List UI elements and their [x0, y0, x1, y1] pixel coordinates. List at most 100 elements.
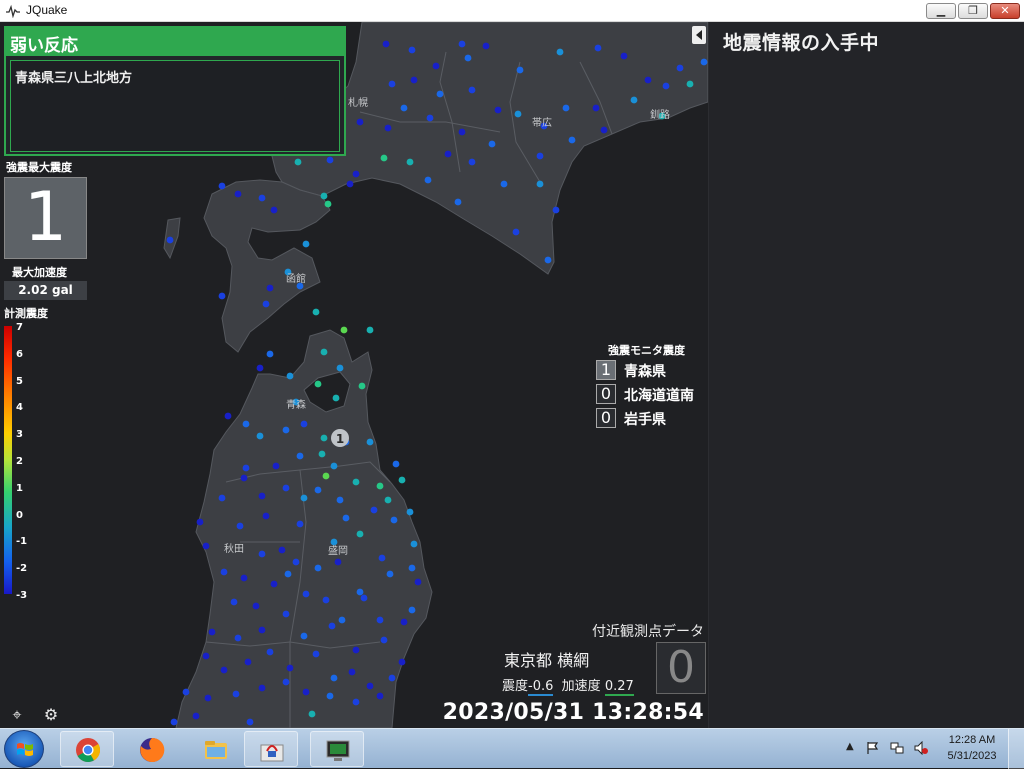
nearby-station-panel: 付近観測点データ 東京都 横網 0 震度-0.6 加速度 0.27 2023/0… [443, 618, 708, 728]
station-dot [408, 606, 416, 614]
collapse-panel-button[interactable] [692, 26, 706, 44]
max-accel-label: 最大加速度 [12, 266, 67, 279]
station-dot [366, 682, 374, 690]
station-dot [458, 128, 466, 136]
station-dot [286, 664, 294, 672]
station-dot [322, 596, 330, 604]
station-dot [220, 666, 228, 674]
station-dot [376, 692, 384, 700]
show-desktop-button[interactable] [1008, 729, 1024, 769]
station-dot [408, 46, 416, 54]
monitor-row-intensity: 0 [596, 408, 616, 428]
station-dot [330, 538, 338, 546]
network-icon[interactable] [890, 741, 904, 755]
station-dot [302, 590, 310, 598]
station-dot [378, 554, 386, 562]
station-dot [326, 156, 334, 164]
station-dot [562, 104, 570, 112]
window-title: JQuake [26, 3, 68, 17]
station-dot [600, 126, 608, 134]
station-dot [314, 380, 322, 388]
station-dot [594, 44, 602, 52]
station-dot [630, 96, 638, 104]
scale-tick: 7 [16, 322, 23, 333]
station-dot [230, 598, 238, 606]
station-dot [196, 518, 204, 526]
scale-tick: 1 [16, 482, 23, 494]
nearby-title: 付近観測点データ [592, 624, 704, 640]
gear-icon[interactable]: ⚙ [40, 704, 62, 726]
station-dot [346, 180, 354, 188]
station-dot [262, 300, 270, 308]
station-dot [204, 694, 212, 702]
station-dot [336, 496, 344, 504]
station-dot [370, 506, 378, 514]
station-dot [482, 42, 490, 50]
taskbar-explorer[interactable] [188, 731, 242, 767]
station-dot [436, 90, 444, 98]
taskbar-java[interactable] [244, 731, 298, 767]
nearby-accel-label: 加速度 [561, 679, 601, 694]
chevron-up-icon[interactable]: ▲ [846, 741, 860, 755]
minimize-button[interactable]: ▁ [926, 3, 956, 19]
station-dot [182, 688, 190, 696]
station-dot [352, 170, 360, 178]
maximize-button[interactable]: ❐ [958, 3, 988, 19]
station-dot [516, 66, 524, 74]
station-dot [356, 588, 364, 596]
scale-tick: 2 [16, 456, 23, 467]
station-dot [240, 474, 248, 482]
station-dot [384, 496, 392, 504]
flag-icon[interactable] [866, 741, 880, 755]
station-dot [282, 610, 290, 618]
epicenter-marker[interactable]: 1 [331, 429, 349, 447]
station-dot [406, 158, 414, 166]
station-dot [282, 484, 290, 492]
station-dot [320, 434, 328, 442]
station-dot [644, 76, 652, 84]
station-dot [258, 492, 266, 500]
station-dot [388, 80, 396, 88]
station-dot [266, 284, 274, 292]
seismic-map[interactable]: 1 札幌 帯広 釧路 函館 青森 盛岡 秋田 弱い反応 青森県三八上北地方 強震… [0, 22, 708, 728]
station-dot [410, 76, 418, 84]
station-dot [494, 106, 502, 114]
title-bar[interactable]: JQuake ▁ ❐ ✕ [0, 0, 1024, 22]
speaker-muted-icon[interactable] [914, 741, 928, 755]
firefox-icon [140, 737, 165, 762]
station-dot [308, 710, 316, 718]
station-dot [294, 158, 302, 166]
station-dot [340, 326, 348, 334]
station-dot [258, 684, 266, 692]
taskbar-monitor-app[interactable] [310, 731, 364, 767]
station-dot [242, 464, 250, 472]
station-dot [272, 462, 280, 470]
start-button[interactable] [4, 730, 44, 768]
station-dot [400, 104, 408, 112]
station-dot [246, 718, 254, 726]
station-dot [380, 154, 388, 162]
station-dot [258, 626, 266, 634]
locate-icon[interactable]: ⌖ [6, 704, 28, 726]
taskbar-chrome[interactable] [60, 731, 114, 767]
station-dot [326, 692, 334, 700]
station-dot [512, 228, 520, 236]
station-dot [296, 520, 304, 528]
station-dot [286, 372, 294, 380]
station-dot [356, 118, 364, 126]
taskbar-firefox[interactable] [124, 731, 178, 767]
station-dot [342, 514, 350, 522]
tray-time[interactable]: 12:28 AM [936, 734, 1008, 746]
station-dot [406, 508, 414, 516]
monitor-row-intensity: 1 [596, 360, 616, 380]
close-button[interactable]: ✕ [990, 3, 1020, 19]
station-dot [270, 206, 278, 214]
monitor-app-icon [326, 740, 350, 761]
station-dot [686, 80, 694, 88]
nearby-intensity-box: 0 [656, 642, 706, 694]
station-dot [330, 674, 338, 682]
tray-date[interactable]: 5/31/2023 [936, 750, 1008, 762]
eew-status: 地震情報の入手中 [723, 32, 880, 54]
scale-tick: 4 [16, 402, 23, 414]
scale-tick: 6 [16, 348, 23, 360]
